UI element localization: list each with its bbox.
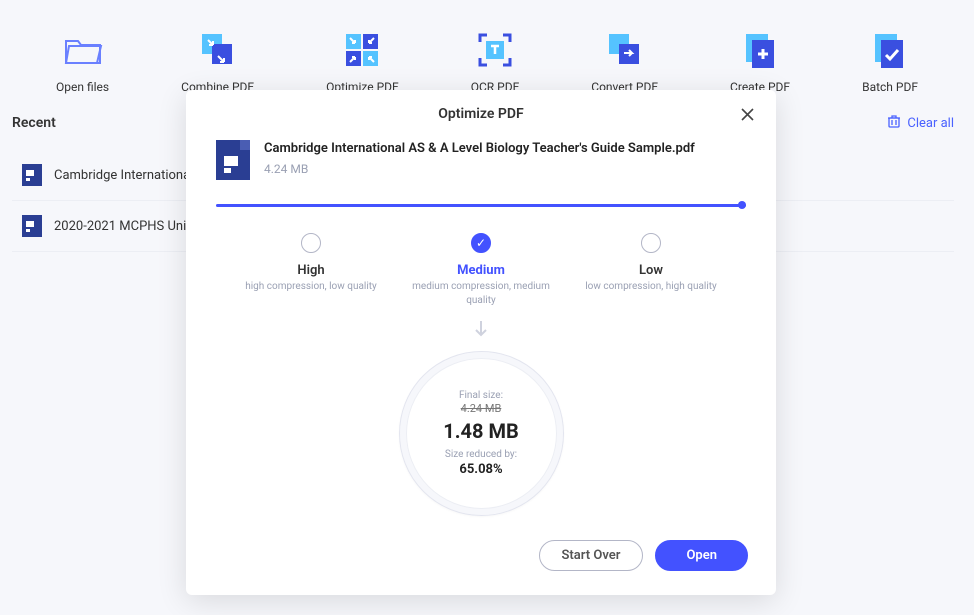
progress-bar — [216, 204, 746, 207]
old-size: 4.24 MB — [461, 402, 502, 415]
reduced-label: Size reduced by: — [445, 449, 517, 460]
clear-all-button[interactable]: Clear all — [887, 114, 954, 132]
option-title: Medium — [406, 263, 556, 278]
toolbar-batch-pdf[interactable]: Batch PDF — [862, 30, 918, 94]
compression-options: High high compression, low quality ✓ Med… — [186, 207, 776, 313]
pdf-file-icon — [22, 215, 42, 237]
toolbar-label: Open files — [56, 80, 109, 94]
ocr-pdf-icon — [475, 30, 515, 70]
file-size: 4.24 MB — [264, 162, 746, 176]
option-subtitle: low compression, high quality — [576, 280, 726, 294]
open-files-icon — [63, 30, 103, 70]
toolbar-combine-pdf[interactable]: Combine PDF — [181, 30, 254, 94]
check-icon: ✓ — [476, 236, 486, 250]
option-subtitle: high compression, low quality — [236, 280, 386, 294]
arrow-down-icon — [186, 319, 776, 343]
start-over-button[interactable]: Start Over — [539, 540, 644, 571]
toolbar-label: Batch PDF — [862, 80, 918, 94]
option-title: High — [236, 263, 386, 278]
new-size: 1.48 MB — [443, 419, 518, 443]
optimize-pdf-modal: Optimize PDF Cambridge International AS … — [186, 90, 776, 595]
create-pdf-icon — [740, 30, 780, 70]
open-button[interactable]: Open — [655, 540, 748, 571]
option-subtitle: medium compression, medium quality — [406, 280, 556, 307]
toolbar: Open files Combine PDF Optimize PDF OCR … — [0, 0, 974, 104]
batch-pdf-icon — [870, 30, 910, 70]
modal-actions: Start Over Open — [186, 516, 776, 595]
file-header: Cambridge International AS & A Level Bio… — [186, 140, 776, 192]
clear-all-icon — [887, 114, 901, 132]
result-circle: Final size: 4.24 MB 1.48 MB Size reduced… — [399, 351, 564, 516]
pdf-file-icon — [22, 164, 42, 186]
radio-icon — [641, 233, 661, 253]
toolbar-create-pdf[interactable]: Create PDF — [730, 30, 790, 94]
close-icon — [741, 108, 754, 121]
option-high[interactable]: High high compression, low quality — [236, 233, 386, 307]
reduced-percent: 65.08% — [459, 462, 502, 477]
toolbar-ocr-pdf[interactable]: OCR PDF — [471, 30, 520, 94]
radio-icon — [301, 233, 321, 253]
combine-pdf-icon — [198, 30, 238, 70]
radio-icon: ✓ — [471, 233, 491, 253]
file-name: Cambridge International AS & A Level Bio… — [264, 140, 746, 158]
modal-title: Optimize PDF — [438, 106, 523, 122]
option-low[interactable]: Low low compression, high quality — [576, 233, 726, 307]
toolbar-optimize-pdf[interactable]: Optimize PDF — [326, 30, 399, 94]
toolbar-convert-pdf[interactable]: Convert PDF — [591, 30, 658, 94]
option-title: Low — [576, 263, 726, 278]
optimize-pdf-icon — [342, 30, 382, 70]
close-button[interactable] — [741, 108, 754, 125]
toolbar-open-files[interactable]: Open files — [56, 30, 109, 94]
final-size-label: Final size: — [459, 390, 503, 401]
recent-title: Recent — [12, 115, 56, 131]
pdf-file-icon — [216, 140, 250, 180]
clear-all-label: Clear all — [907, 116, 954, 131]
convert-pdf-icon — [605, 30, 645, 70]
option-medium[interactable]: ✓ Medium medium compression, medium qual… — [406, 233, 556, 307]
